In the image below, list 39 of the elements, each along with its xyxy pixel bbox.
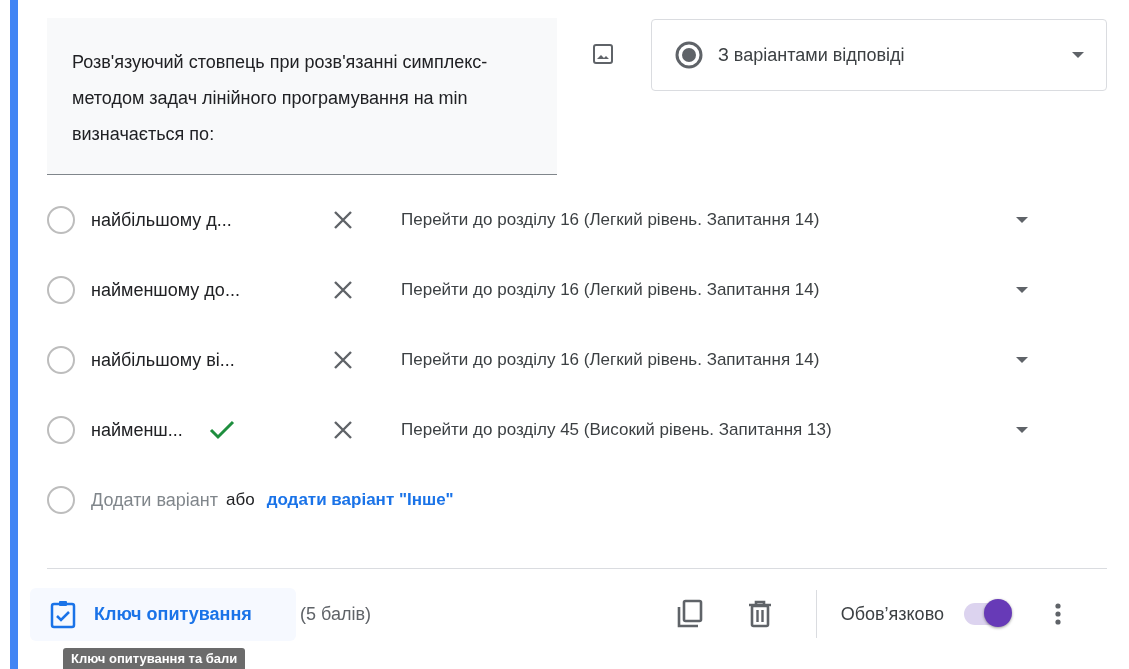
caret-icon[interactable]: [1016, 357, 1028, 363]
points-text: (5 балів): [300, 603, 371, 625]
required-label: Обов’язково: [840, 603, 944, 625]
radio-circle: [47, 346, 75, 374]
clipboard-check-icon: [50, 599, 76, 629]
option-text[interactable]: найбільшому д...: [91, 209, 232, 231]
route-select[interactable]: Перейти до розділу 45 (Високий рівень. Запитання 13): [401, 420, 1016, 440]
answer-key-button[interactable]: Ключ опитування: [30, 587, 296, 641]
route-select[interactable]: Перейти до розділу 16 (Легкий рівень. Запитання 14): [401, 280, 1016, 300]
radio-circle: [47, 416, 75, 444]
option-text[interactable]: найменшому до...: [91, 279, 240, 301]
check-icon: [208, 420, 235, 440]
close-icon[interactable]: [333, 280, 353, 300]
route-select[interactable]: Перейти до розділу 16 (Легкий рівень. Запитання 14): [401, 210, 1016, 230]
caret-icon[interactable]: [1016, 427, 1028, 433]
option-text[interactable]: найменш...: [91, 419, 183, 441]
radio-circle: [47, 276, 75, 304]
radio-circle: [47, 486, 75, 514]
tooltip: Ключ опитування та бали: [63, 648, 246, 669]
close-icon[interactable]: [333, 350, 353, 370]
trash-icon[interactable]: [747, 600, 772, 628]
close-icon[interactable]: [333, 420, 353, 440]
add-other-link[interactable]: додати варіант "Інше": [266, 490, 454, 510]
or-text: або: [226, 490, 255, 510]
image-icon[interactable]: [591, 42, 615, 66]
copy-icon[interactable]: [675, 599, 704, 629]
close-icon[interactable]: [333, 210, 353, 230]
radio-circle: [47, 206, 75, 234]
radio-button-icon: [674, 40, 704, 70]
caret-icon[interactable]: [1072, 52, 1084, 58]
question-type-select[interactable]: З варіантами відповіді: [651, 19, 1107, 91]
route-select[interactable]: Перейти до розділу 16 (Легкий рівень. Запитання 14): [401, 350, 1016, 370]
option-text[interactable]: найбільшому ві...: [91, 349, 235, 371]
caret-icon[interactable]: [1016, 287, 1028, 293]
question-field[interactable]: Розв'язуючий стовпець при розв'язанні симплекс-методом задач лінійного програмування на min визначається по:: [47, 18, 557, 175]
add-option-field[interactable]: Додати варіант: [91, 489, 218, 511]
question-text: Розв'язуючий стовпець при розв'язанні симплекс-методом задач лінійного програмування на min визначається по:: [72, 51, 489, 146]
caret-icon[interactable]: [1016, 217, 1028, 223]
more-vertical-icon[interactable]: [1054, 602, 1062, 626]
